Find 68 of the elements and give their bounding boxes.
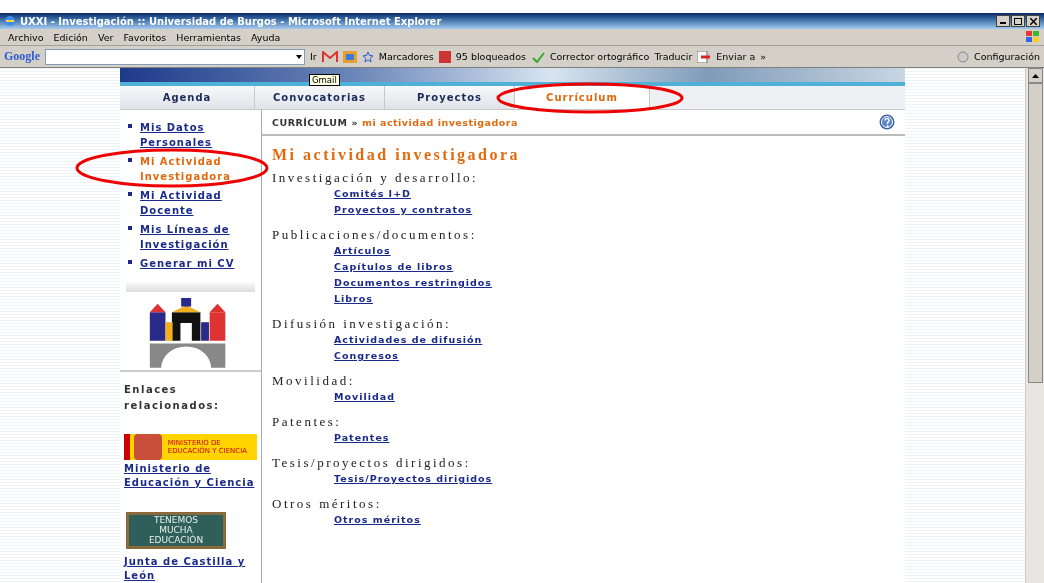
menu-item[interactable]: Ayuda — [247, 31, 285, 43]
send-icon — [697, 50, 712, 63]
section-link[interactable]: Otros méritos — [334, 512, 421, 528]
sidebar-link[interactable]: Mis Líneas de Investigación — [120, 222, 261, 256]
browser-icon — [4, 15, 16, 27]
spellcheck-button[interactable]: Corrector ortográfico — [549, 51, 650, 62]
sidebar-link[interactable]: Generar mi CV — [120, 256, 261, 275]
section-link[interactable]: Proyectos y contratos — [334, 202, 473, 218]
blocked-popups-button[interactable]: 95 bloqueados — [455, 51, 526, 62]
related-links-title: Enlaces relacionados: — [120, 369, 261, 414]
maximize-button[interactable] — [1011, 15, 1025, 27]
breadcrumb-separator: » — [351, 116, 359, 128]
go-button[interactable]: Ir — [310, 51, 317, 62]
section-title: Tesis/proyectos dirigidos: — [272, 455, 472, 471]
section-link[interactable]: Comités I+D — [334, 186, 411, 202]
close-icon — [1029, 17, 1037, 25]
google-logo: Google — [4, 49, 40, 64]
related-link[interactable]: Ministerio de Educación y Ciencia — [120, 461, 261, 490]
window-title: UXXI - Investigación :: Universidad de Burgos - Microsoft Internet Explorer — [20, 15, 442, 27]
nav-tab[interactable]: Convocatorias — [255, 86, 385, 109]
sidebar-link[interactable]: Mi Actividad Docente — [120, 188, 261, 222]
breadcrumb-current: mi actividad investigadora — [362, 116, 518, 128]
bookmarks-button[interactable]: Marcadores — [378, 51, 434, 62]
menu-item[interactable]: Archivo — [4, 31, 48, 43]
search-field[interactable] — [45, 48, 305, 65]
menu-item[interactable]: Edición — [49, 31, 92, 43]
section-title: Otros méritos: — [272, 496, 383, 512]
arrow-up-icon[interactable] — [1031, 73, 1039, 78]
nav-tab[interactable]: Proyectos — [385, 86, 515, 109]
section-link[interactable]: Movilidad — [334, 389, 395, 405]
minimize-button[interactable] — [996, 15, 1010, 27]
chalkboard-banner: TENEMOS MUCHA EDUCACIÓN — [126, 511, 226, 549]
section-title: Patentes: — [272, 414, 343, 430]
menu-item[interactable]: Herramientas — [172, 31, 245, 43]
section-link[interactable]: Patentes — [334, 430, 390, 446]
section-title: Difusión investigación: — [272, 316, 453, 332]
send-to-button[interactable]: Enviar a — [716, 51, 756, 62]
spellcheck-icon — [530, 50, 545, 63]
menu-item[interactable]: Favoritos — [119, 31, 171, 43]
page-heading: Mi actividad investigadora — [272, 146, 522, 164]
section-link[interactable]: Documentos restringidos — [334, 275, 492, 291]
folder-icon[interactable] — [342, 50, 357, 63]
translate-button[interactable]: Traducir — [654, 51, 693, 62]
maximize-icon — [1014, 17, 1022, 25]
section-link[interactable]: Capítulos de libros — [334, 259, 454, 275]
related-link[interactable]: Junta de Castilla y León — [120, 555, 261, 583]
breadcrumb-root[interactable]: CURRÍCULUM — [272, 116, 348, 128]
help-icon[interactable] — [879, 114, 895, 130]
more-button[interactable]: » — [760, 51, 766, 62]
settings-icon — [957, 50, 970, 63]
nav-tab[interactable]: Agenda — [120, 86, 255, 109]
tooltip: Gmail — [309, 74, 340, 86]
section-link[interactable]: Congresos — [334, 348, 400, 364]
section-link[interactable]: Artículos — [334, 243, 391, 259]
scrollbar[interactable] — [1025, 68, 1044, 583]
section-title: Movilidad: — [272, 373, 356, 389]
section-link[interactable]: Libros — [334, 291, 373, 307]
settings-button[interactable]: Configuración — [974, 51, 1040, 62]
star-icon[interactable] — [361, 50, 374, 63]
section-title: Publicaciones/documentos: — [272, 227, 478, 243]
menu-item[interactable]: Ver — [93, 31, 118, 43]
close-button[interactable] — [1026, 15, 1040, 27]
gmail-icon[interactable] — [321, 50, 338, 63]
windows-logo-icon — [1026, 31, 1040, 43]
sidebar-link[interactable]: Mis Datos Personales — [120, 120, 261, 154]
section-title: Investigación y desarrollo: — [272, 170, 480, 186]
section-link[interactable]: Tesis/Proyectos dirigidos — [334, 471, 493, 487]
section-link[interactable]: Actividades de difusión — [334, 332, 483, 348]
